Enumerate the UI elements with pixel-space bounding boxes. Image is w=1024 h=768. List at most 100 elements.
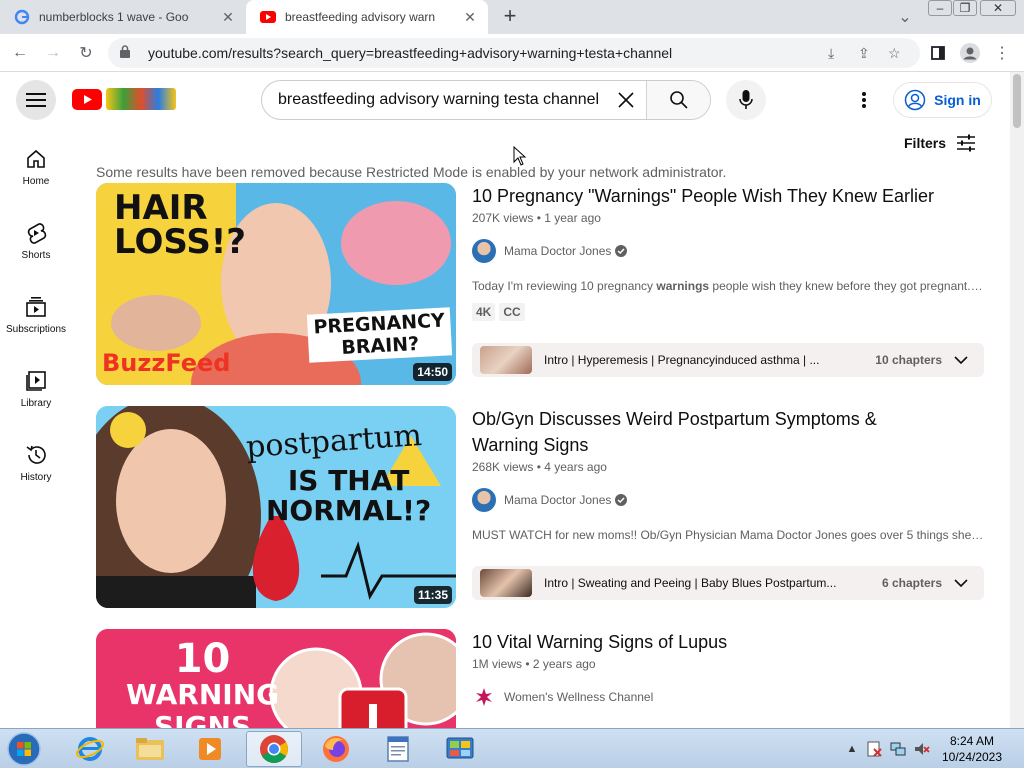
search-input[interactable]: breastfeeding advisory warning testa cha… (262, 91, 610, 109)
video-thumbnail[interactable]: HAIR LOSS!? PREGNANCY BRAIN? BuzzFeed 14… (96, 183, 456, 385)
action-center-icon[interactable] (866, 741, 882, 757)
wordpad-taskbar-button[interactable] (370, 731, 426, 767)
close-tab-icon[interactable]: ✕ (462, 9, 478, 25)
channel-row[interactable]: Mama Doctor Jones (472, 239, 986, 263)
chrome-taskbar-button[interactable] (246, 731, 302, 767)
minimize-button[interactable]: – (928, 0, 952, 16)
video-thumbnail[interactable]: 10 WARNING SIGNS (96, 629, 456, 728)
chapters-bar[interactable]: Intro | Hyperemesis | Pregnancyinduced a… (472, 343, 984, 377)
video-result[interactable]: postpartum IS THAT NORMAL!? 11:35 Ob/Gyn… (96, 406, 986, 608)
folder-icon (136, 738, 164, 760)
filters-label: Filters (904, 135, 947, 151)
network-icon[interactable] (890, 741, 906, 757)
chevron-down-icon[interactable] (954, 356, 968, 364)
microphone-icon (739, 90, 753, 109)
guide-item-history[interactable]: History (0, 424, 72, 498)
control-panel-icon (446, 737, 474, 759)
tab-youtube-results[interactable]: breastfeeding advisory warning t ✕ (246, 0, 488, 34)
video-duration: 14:50 (413, 363, 452, 381)
channel-row[interactable]: Mama Doctor Jones (472, 488, 986, 512)
filter-sliders-icon (957, 134, 976, 152)
reload-icon[interactable]: ↻ (74, 41, 98, 65)
video-meta: 1M views • 2 years ago (472, 657, 596, 671)
video-title[interactable]: 10 Vital Warning Signs of Lupus (472, 629, 986, 655)
channel-avatar[interactable] (472, 239, 496, 263)
history-icon (26, 445, 46, 464)
page-scrollbar[interactable] (1010, 72, 1024, 728)
channel-name[interactable]: Women's Wellness Channel (504, 690, 653, 704)
bookmark-star-icon[interactable]: ☆ (888, 45, 912, 62)
home-icon (27, 149, 45, 168)
close-window-button[interactable]: ✕ (980, 0, 1016, 16)
side-panel-icon[interactable] (926, 41, 950, 65)
firefox-icon (323, 736, 349, 762)
channel-avatar[interactable] (472, 685, 496, 709)
media-player-taskbar-button[interactable] (182, 731, 238, 767)
sign-in-button[interactable]: Sign in (893, 82, 992, 118)
video-info: 10 Vital Warning Signs of Lupus 1M views… (472, 629, 986, 709)
chapter-thumbnail (480, 346, 532, 374)
guide-item-label: Home (22, 176, 50, 187)
video-duration: 11:35 (413, 586, 452, 604)
youtube-logo[interactable] (72, 88, 176, 110)
download-icon[interactable]: ⤓ (828, 45, 852, 62)
video-thumbnail[interactable]: postpartum IS THAT NORMAL!? 11:35 (96, 406, 456, 608)
chrome-icon (260, 735, 288, 763)
guide-item-shorts[interactable]: Shorts (0, 202, 72, 276)
channel-name[interactable]: Mama Doctor Jones (504, 493, 611, 507)
taskbar-clock[interactable]: 8:24 AM 10/24/2023 (936, 733, 1008, 765)
guide-item-subscriptions[interactable]: Subscriptions (0, 276, 72, 350)
guide-item-home[interactable]: Home (0, 128, 72, 202)
mini-guide: Home Shorts Subscriptions Library Histor… (0, 128, 72, 728)
volume-muted-icon[interactable] (914, 741, 930, 757)
internet-explorer-taskbar-button[interactable] (62, 731, 118, 767)
account-icon (904, 89, 926, 111)
voice-search-button[interactable] (726, 80, 766, 120)
clock-time: 8:24 AM (949, 734, 995, 748)
video-result[interactable]: HAIR LOSS!? PREGNANCY BRAIN? BuzzFeed 14… (96, 183, 986, 385)
clear-search-icon[interactable] (610, 84, 642, 116)
restore-button[interactable]: ❐ (953, 0, 977, 16)
video-title[interactable]: 10 Pregnancy "Warnings" People Wish They… (472, 183, 986, 209)
url-text: youtube.com/results?search_query=breastf… (148, 45, 673, 61)
chevron-down-icon[interactable]: ⌄ (893, 5, 917, 29)
profile-icon[interactable] (958, 41, 982, 65)
address-bar[interactable]: youtube.com/results?search_query=breastf… (108, 38, 920, 68)
lock-icon (120, 45, 134, 61)
google-icon (14, 9, 30, 25)
firefox-taskbar-button[interactable] (308, 731, 364, 767)
guide-menu-button[interactable] (16, 80, 56, 120)
chapters-count: 10 chapters (875, 353, 942, 367)
channel-avatar[interactable] (472, 488, 496, 512)
thumbnail-text-headline: HAIR LOSS!? (114, 188, 247, 262)
close-tab-icon[interactable]: ✕ (220, 9, 236, 25)
youtube-icon (260, 9, 276, 25)
start-button[interactable] (4, 731, 44, 767)
new-tab-button[interactable]: + (498, 5, 522, 29)
windows-logo-icon (7, 732, 41, 766)
back-arrow-icon[interactable]: ← (8, 41, 32, 65)
settings-more-icon[interactable] (852, 88, 876, 112)
video-result[interactable]: 10 WARNING SIGNS 10 Vital Warning Signs … (96, 629, 986, 728)
browser-tab-strip: numberblocks 1 wave - Google S ✕ breastf… (0, 0, 1024, 34)
share-icon[interactable]: ⇪ (858, 45, 882, 62)
filters-button[interactable]: Filters (904, 134, 976, 152)
mouse-cursor-icon (513, 146, 527, 166)
tab-title: numberblocks 1 wave - Google S (39, 10, 189, 24)
chevron-down-icon[interactable] (954, 579, 968, 587)
chrome-menu-icon[interactable]: ⋮ (990, 41, 1014, 65)
video-title[interactable]: Ob/Gyn Discusses Weird Postpartum Sympto… (472, 406, 892, 458)
file-explorer-taskbar-button[interactable] (122, 731, 178, 767)
forward-arrow-icon[interactable]: → (41, 41, 65, 65)
search-button[interactable] (646, 81, 710, 119)
shorts-icon (27, 223, 47, 244)
tab-google-search[interactable]: numberblocks 1 wave - Google S ✕ (0, 0, 246, 34)
show-hidden-icons-icon[interactable]: ▲ (844, 741, 860, 757)
control-panel-taskbar-button[interactable] (432, 731, 488, 767)
channel-row[interactable]: Women's Wellness Channel (472, 685, 986, 709)
chapters-bar[interactable]: Intro | Sweating and Peeing | Baby Blues… (472, 566, 984, 600)
guide-item-library[interactable]: Library (0, 350, 72, 424)
scrollbar-thumb[interactable] (1013, 74, 1021, 128)
channel-name[interactable]: Mama Doctor Jones (504, 244, 611, 258)
youtube-play-logo-icon (72, 88, 102, 110)
